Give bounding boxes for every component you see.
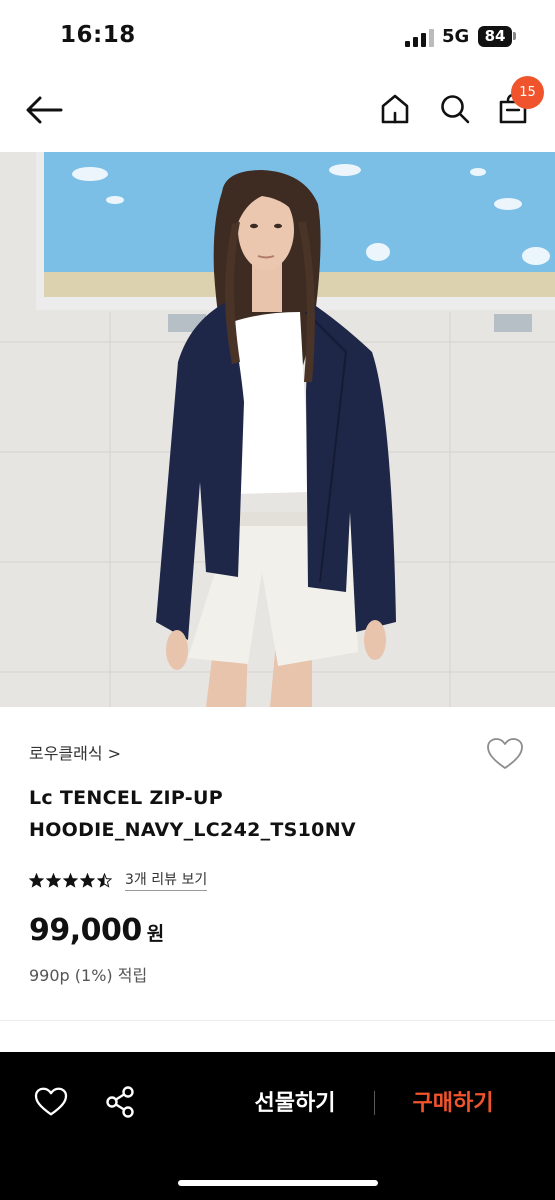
star-icon: [97, 872, 112, 888]
home-indicator: [178, 1180, 378, 1186]
buy-button[interactable]: 구매하기: [393, 1085, 513, 1117]
back-button[interactable]: [22, 90, 66, 130]
search-icon: [441, 95, 470, 124]
star-icon: [80, 872, 95, 888]
home-button[interactable]: [374, 88, 416, 130]
price-row: 99,000 원: [29, 913, 164, 948]
bottom-wishlist-button[interactable]: [31, 1082, 71, 1122]
product-name: Lc TENCEL ZIP-UP HOODIE_NAVY_LC242_TS10N…: [29, 787, 356, 841]
price: 99,000: [29, 913, 142, 948]
review-link[interactable]: 3개 리뷰 보기: [125, 869, 208, 891]
rating-row: 3개 리뷰 보기: [29, 868, 208, 892]
bottom-action-bar: 선물하기 구매하기: [0, 1052, 555, 1200]
status-time: 16:18: [60, 22, 136, 48]
home-icon: [381, 94, 409, 124]
signal-icon: [405, 29, 435, 47]
nav-bar: [0, 72, 555, 152]
gift-button[interactable]: 선물하기: [235, 1085, 355, 1117]
bottom-divider: [374, 1091, 375, 1115]
share-button[interactable]: [100, 1082, 140, 1122]
heart-icon: [34, 1087, 68, 1116]
battery-icon: 84: [478, 26, 512, 47]
battery-level: 84: [484, 27, 506, 45]
star-icon: [29, 872, 44, 888]
star-icon: [46, 872, 61, 888]
rating-stars: [29, 872, 114, 888]
product-photo: [0, 152, 555, 707]
network-type: 5G: [442, 26, 470, 47]
divider: [0, 1020, 555, 1021]
wishlist-button[interactable]: [484, 734, 526, 774]
battery-tip: [513, 32, 516, 40]
currency: 원: [146, 923, 165, 945]
product-image[interactable]: [0, 152, 555, 707]
star-icon: [63, 872, 78, 888]
brand-link[interactable]: 로우클래식 >: [29, 740, 121, 764]
cart-count-badge: 15: [511, 76, 544, 109]
points-info: 990p (1%) 적립: [29, 966, 148, 985]
heart-icon: [487, 738, 523, 769]
search-button[interactable]: [434, 88, 476, 130]
status-bar: 16:18 5G 84: [0, 0, 555, 72]
back-arrow-icon: [26, 96, 63, 124]
share-icon: [106, 1086, 134, 1118]
